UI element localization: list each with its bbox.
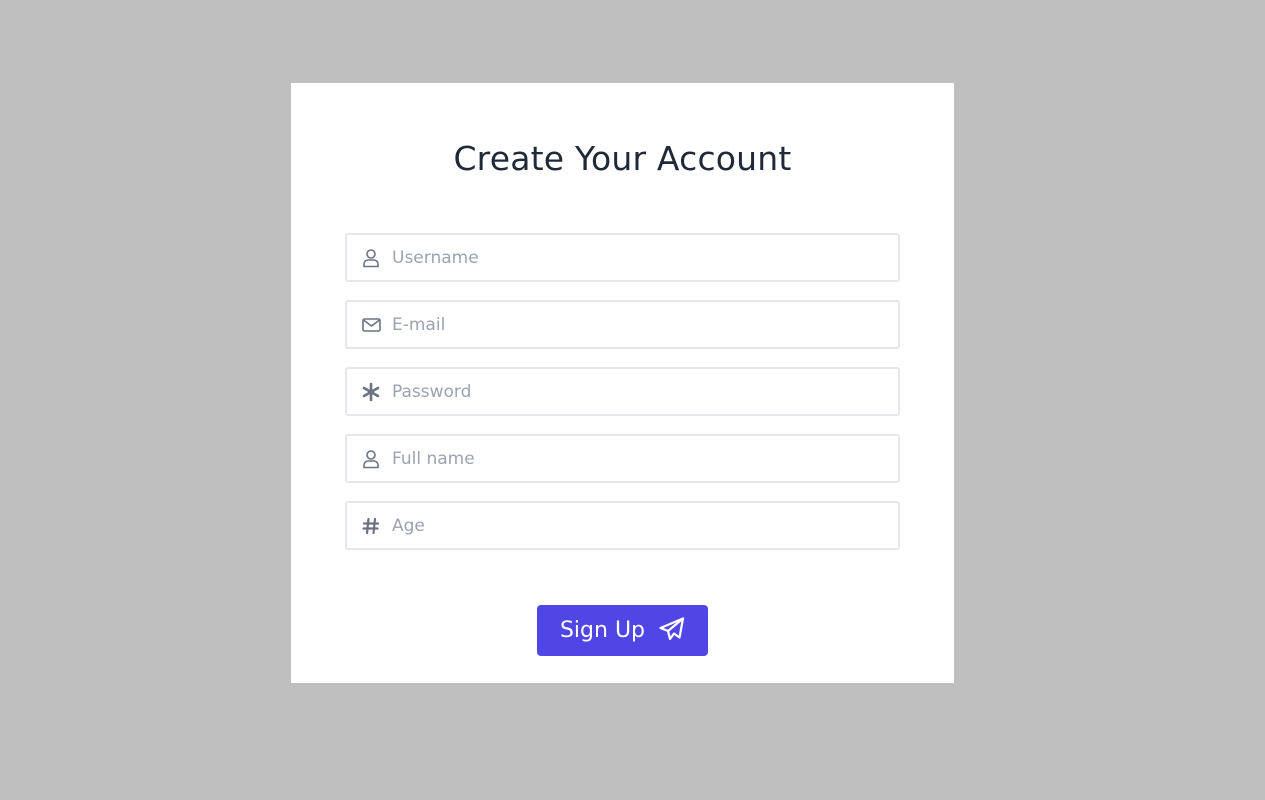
fullname-field-wrapper — [345, 434, 900, 483]
password-field-wrapper — [345, 367, 900, 416]
sign-up-button[interactable]: Sign Up — [537, 605, 708, 656]
username-input[interactable] — [392, 235, 892, 280]
user-icon — [361, 248, 381, 268]
age-input[interactable] — [392, 503, 892, 548]
signup-card: Create Your Account Username E-mail Full… — [291, 83, 954, 683]
user-icon — [361, 449, 381, 469]
username-field-wrapper — [345, 233, 900, 282]
asterisk-icon — [361, 382, 381, 402]
email-field-wrapper — [345, 300, 900, 349]
email-input[interactable] — [392, 302, 892, 347]
paper-plane-icon — [659, 617, 685, 644]
sign-up-label: Sign Up — [559, 618, 646, 643]
mail-icon — [361, 315, 381, 335]
password-input[interactable] — [392, 369, 892, 414]
hash-icon — [361, 516, 381, 536]
fullname-input[interactable] — [392, 436, 892, 481]
form-title: Create Your Account — [453, 139, 792, 178]
age-field-wrapper — [345, 501, 900, 550]
